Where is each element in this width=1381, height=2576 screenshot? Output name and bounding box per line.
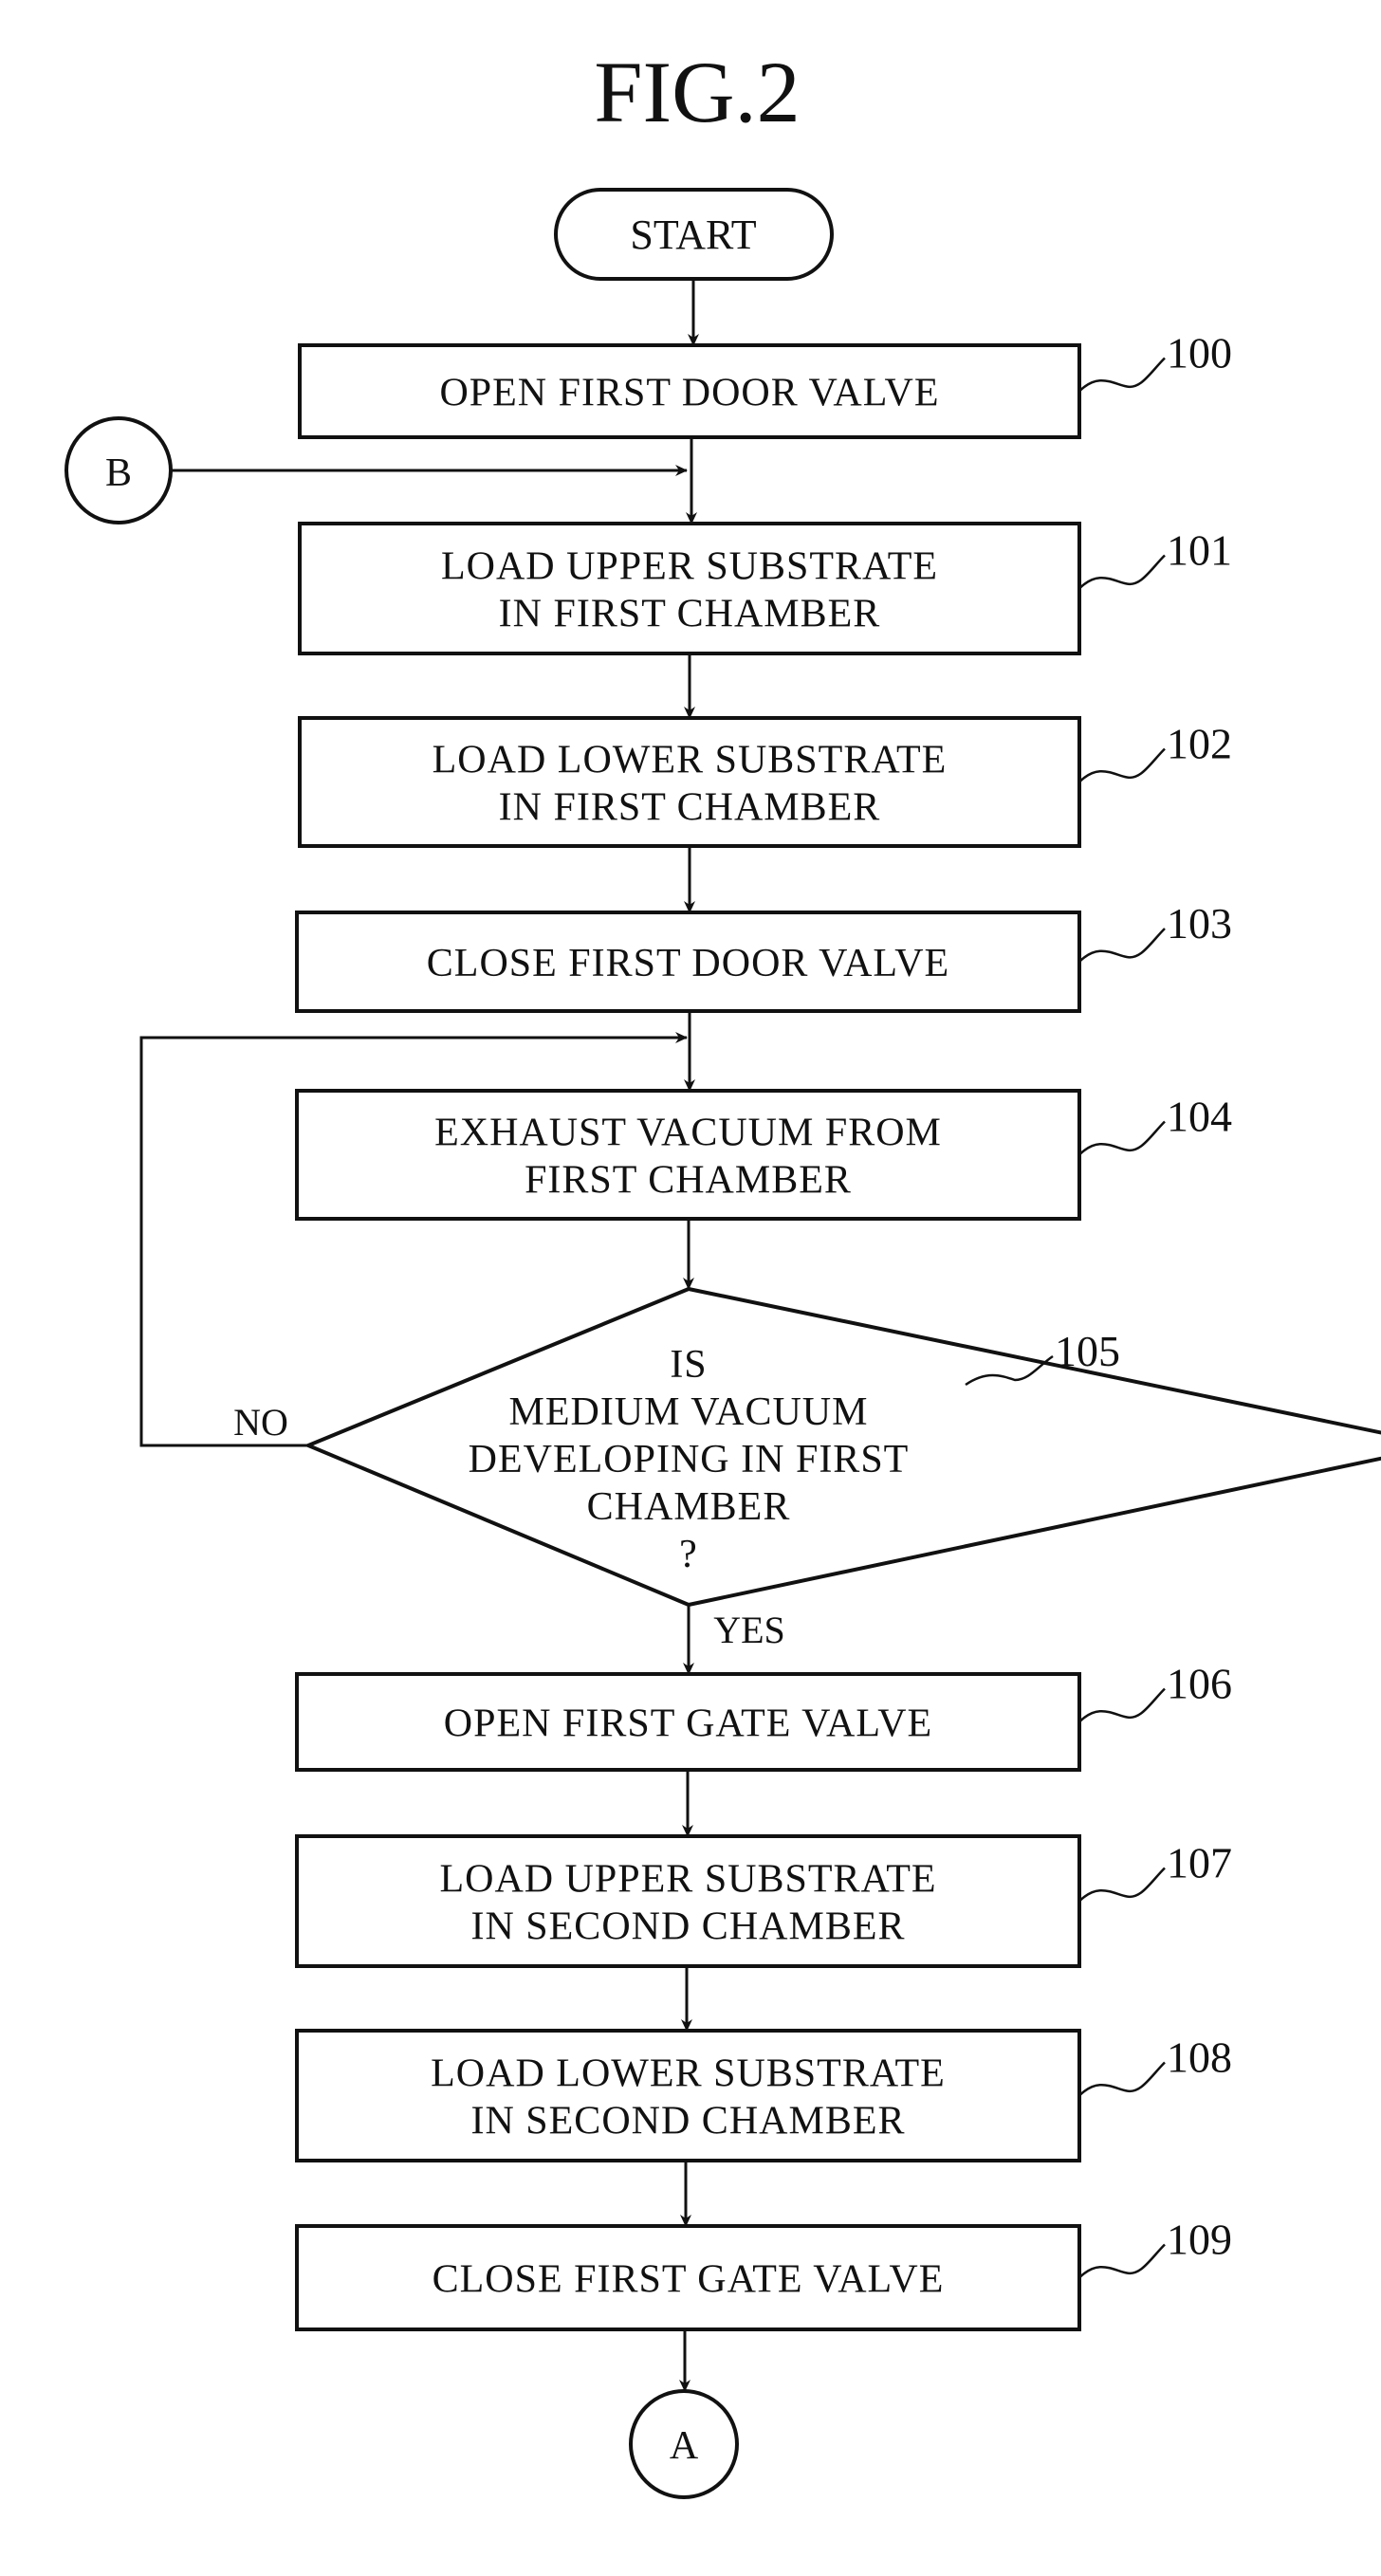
step-text-line: FIRST CHAMBER	[525, 1159, 852, 1203]
ref-leader-107	[1078, 1867, 1166, 1903]
decision-text-line: IS	[670, 1343, 707, 1387]
ref-label-100: 100	[1167, 329, 1232, 377]
ref-leader-108	[1078, 2061, 1166, 2097]
ref-leader-104	[1078, 1120, 1166, 1156]
decision-text-line: CHAMBER	[587, 1485, 791, 1529]
step-text-line: IN FIRST CHAMBER	[499, 786, 881, 830]
ref-leader-102	[1078, 747, 1166, 783]
decision-text-line: ?	[679, 1533, 698, 1576]
ref-label-106: 106	[1167, 1660, 1232, 1708]
connector-b-label: B	[105, 451, 132, 495]
process-step-107: LOAD UPPER SUBSTRATEIN SECOND CHAMBER 107	[295, 1834, 1232, 1968]
yes-label: YES	[713, 1609, 785, 1651]
process-step-102: LOAD LOWER SUBSTRATEIN FIRST CHAMBER 102	[298, 716, 1232, 848]
connector-b: B	[64, 416, 173, 524]
step-text-line: LOAD UPPER SUBSTRATE	[439, 1858, 936, 1902]
process-step-108: LOAD LOWER SUBSTRATEIN SECOND CHAMBER 108	[295, 2029, 1232, 2162]
step-text-line: LOAD UPPER SUBSTRATE	[441, 545, 938, 589]
ref-leader-103	[1078, 928, 1166, 963]
process-step-104: EXHAUST VACUUM FROMFIRST CHAMBER 104	[295, 1089, 1232, 1221]
ref-leader-106	[1078, 1687, 1166, 1723]
flowchart: FIG.2 START B ISMEDIUM VACUUMDEVELOPING …	[64, 44, 1381, 2499]
start-terminator: START	[554, 188, 834, 281]
ref-leader-100	[1078, 357, 1166, 393]
ref-label-107: 107	[1167, 1839, 1232, 1887]
step-text-line: IN SECOND CHAMBER	[470, 1905, 905, 1949]
ref-label-109: 109	[1167, 2216, 1232, 2264]
process-step-100: OPEN FIRST DOOR VALVE 100	[298, 329, 1232, 439]
ref-leader-109	[1078, 2243, 1166, 2279]
decision-text-line: MEDIUM VACUUM	[508, 1390, 868, 1434]
ref-label-102: 102	[1167, 720, 1232, 768]
ref-label-103: 103	[1167, 899, 1232, 948]
step-text-line: CLOSE FIRST GATE VALVE	[433, 2258, 945, 2302]
step-text-line: IN FIRST CHAMBER	[499, 593, 881, 636]
step-text-line: EXHAUST VACUUM FROM	[434, 1112, 942, 1155]
ref-label-101: 101	[1167, 526, 1232, 575]
step-text-line: LOAD LOWER SUBSTRATE	[433, 739, 948, 782]
ref-label-108: 108	[1167, 2033, 1232, 2082]
process-step-101: LOAD UPPER SUBSTRATEIN FIRST CHAMBER 101	[298, 522, 1232, 655]
process-step-106: OPEN FIRST GATE VALVE 106	[295, 1660, 1232, 1772]
process-step-103: CLOSE FIRST DOOR VALVE 103	[295, 899, 1232, 1013]
process-step-109: CLOSE FIRST GATE VALVE 109	[295, 2216, 1232, 2331]
connector-a: A	[629, 2389, 739, 2499]
no-label: NO	[233, 1401, 288, 1444]
start-label: START	[630, 212, 756, 258]
step-text-line: LOAD LOWER SUBSTRATE	[431, 2052, 946, 2096]
step-text-line: IN SECOND CHAMBER	[470, 2100, 905, 2144]
ref-label-105: 105	[1055, 1327, 1120, 1375]
figure-title: FIG.2	[594, 44, 800, 140]
step-text-line: OPEN FIRST GATE VALVE	[444, 1702, 932, 1746]
ref-leader-101	[1078, 554, 1166, 590]
step-text-line: OPEN FIRST DOOR VALVE	[439, 372, 939, 415]
decision-text-line: DEVELOPING IN FIRST	[469, 1438, 910, 1481]
step-text-line: CLOSE FIRST DOOR VALVE	[427, 942, 949, 985]
connector-a-label: A	[670, 2424, 699, 2468]
ref-label-104: 104	[1167, 1093, 1232, 1141]
